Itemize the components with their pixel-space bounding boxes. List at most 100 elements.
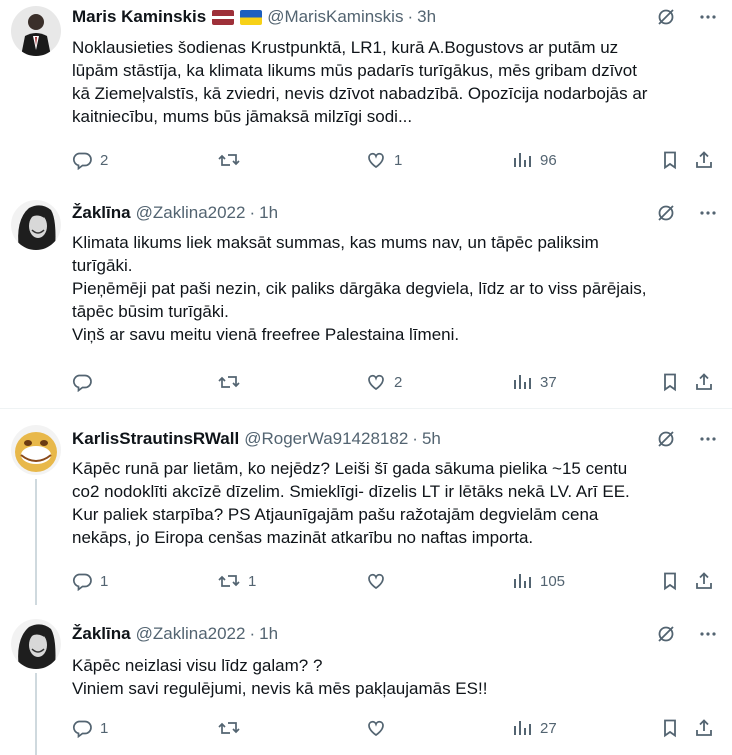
grok-icon[interactable] (656, 203, 676, 223)
timestamp[interactable]: 1h (259, 624, 278, 644)
retweet-button[interactable] (218, 717, 248, 739)
bookmark-icon (660, 372, 680, 392)
grok-icon[interactable] (656, 624, 676, 644)
more-icon[interactable] (698, 429, 718, 449)
more-icon[interactable] (698, 203, 718, 223)
reply-icon (72, 150, 92, 170)
avatar[interactable] (11, 425, 61, 475)
reply-count: 2 (100, 151, 109, 169)
share-icon (694, 571, 714, 591)
bookmark-button[interactable] (660, 149, 680, 171)
tweet-actions: 2 1 96 (72, 149, 717, 171)
like-icon (366, 150, 386, 170)
tweet[interactable]: Žaklīna @Zaklina2022 · 1h Klimata likums… (0, 190, 732, 408)
retweet-button[interactable] (218, 371, 248, 393)
avatar[interactable] (11, 6, 61, 56)
reply-icon (72, 571, 92, 591)
author-name[interactable]: Maris Kaminskis (72, 7, 206, 27)
more-icon[interactable] (698, 624, 718, 644)
tweet[interactable]: KarlisStrautinsRWall @RogerWa91428182 · … (0, 408, 732, 605)
avatar[interactable] (11, 619, 61, 669)
bookmark-button[interactable] (660, 570, 680, 592)
share-button[interactable] (694, 371, 714, 393)
views-icon (512, 718, 532, 738)
author-handle[interactable]: @RogerWa91428182 (244, 429, 408, 449)
share-button[interactable] (694, 149, 714, 171)
author-name[interactable]: Žaklīna (72, 624, 131, 644)
bookmark-icon (660, 571, 680, 591)
grok-icon[interactable] (656, 429, 676, 449)
reply-button[interactable]: 1 (72, 717, 108, 739)
retweet-icon (218, 571, 240, 591)
like-icon (366, 571, 386, 591)
timestamp[interactable]: 3h (417, 7, 436, 27)
bookmark-icon (660, 150, 680, 170)
author-name[interactable]: Žaklīna (72, 203, 131, 223)
tweet-header: Žaklīna @Zaklina2022 · 1h (72, 202, 278, 224)
latvia-flag-icon (212, 9, 235, 25)
bookmark-icon (660, 718, 680, 738)
retweet-icon (218, 372, 240, 392)
share-button[interactable] (694, 717, 714, 739)
timestamp[interactable]: 1h (259, 203, 278, 223)
views-count: 37 (540, 373, 557, 391)
retweet-button[interactable] (218, 149, 248, 171)
share-icon (694, 372, 714, 392)
tweet-text: Kāpēc runā par lietām, ko nejēdz? Leiši … (72, 459, 630, 547)
views-icon (512, 150, 532, 170)
grok-icon[interactable] (656, 7, 676, 27)
share-button[interactable] (694, 570, 714, 592)
tweet[interactable]: Žaklīna @Zaklina2022 · 1h Kāpēc neizlasi… (0, 604, 732, 755)
conversation-thread: Maris Kaminskis @MarisKaminskis · 3h Nok… (0, 0, 732, 755)
author-handle[interactable]: @Zaklina2022 (136, 203, 246, 223)
views-button[interactable]: 96 (512, 149, 557, 171)
tweet-actions: 1 27 (72, 717, 717, 739)
reply-button[interactable]: 2 (72, 149, 108, 171)
like-button[interactable]: 2 (366, 371, 402, 393)
like-button[interactable] (366, 570, 394, 592)
views-button[interactable]: 37 (512, 371, 557, 393)
author-handle[interactable]: @Zaklina2022 (136, 624, 246, 644)
bookmark-button[interactable] (660, 717, 680, 739)
tweet[interactable]: Maris Kaminskis @MarisKaminskis · 3h Nok… (0, 0, 732, 190)
tweet-text: Noklausieties šodienas Krustpunktā, LR1,… (72, 38, 648, 126)
thread-connector (35, 673, 37, 755)
author-name[interactable]: KarlisStrautinsRWall (72, 429, 239, 449)
share-icon (694, 718, 714, 738)
retweet-count: 1 (248, 572, 257, 590)
views-button[interactable]: 27 (512, 717, 557, 739)
reply-icon (72, 372, 92, 392)
share-icon (694, 150, 714, 170)
retweet-icon (218, 718, 240, 738)
like-button[interactable] (366, 717, 394, 739)
retweet-button[interactable]: 1 (218, 570, 256, 592)
tweet-text: Klimata likums liek maksāt summas, kas m… (72, 233, 647, 344)
views-icon (512, 571, 532, 591)
like-count: 1 (394, 151, 403, 169)
views-count: 96 (540, 151, 557, 169)
more-icon[interactable] (698, 7, 718, 27)
views-button[interactable]: 105 (512, 570, 565, 592)
bookmark-button[interactable] (660, 371, 680, 393)
like-button[interactable]: 1 (366, 149, 402, 171)
tweet-actions: 1 1 105 (72, 570, 717, 592)
separator-dot: · (407, 7, 414, 26)
thread-connector (35, 479, 37, 605)
reply-button[interactable]: 1 (72, 570, 108, 592)
reply-count: 1 (100, 719, 109, 737)
views-count: 105 (540, 572, 566, 590)
reply-count: 1 (100, 572, 109, 590)
reply-icon (72, 718, 92, 738)
tweet-header: Maris Kaminskis @MarisKaminskis · 3h (72, 6, 436, 28)
tweet-actions: 2 37 (72, 371, 717, 393)
avatar[interactable] (11, 200, 61, 250)
separator-dot: · (412, 429, 418, 448)
views-icon (512, 372, 532, 392)
reply-button[interactable] (72, 371, 100, 393)
tweet-header: KarlisStrautinsRWall @RogerWa91428182 · … (72, 428, 441, 450)
like-count: 2 (394, 373, 403, 391)
views-count: 27 (540, 719, 557, 737)
tweet-text: Kāpēc neizlasi visu līdz galam? ? Viniem… (72, 656, 488, 698)
author-handle[interactable]: @MarisKaminskis (267, 7, 403, 27)
timestamp[interactable]: 5h (422, 429, 441, 449)
